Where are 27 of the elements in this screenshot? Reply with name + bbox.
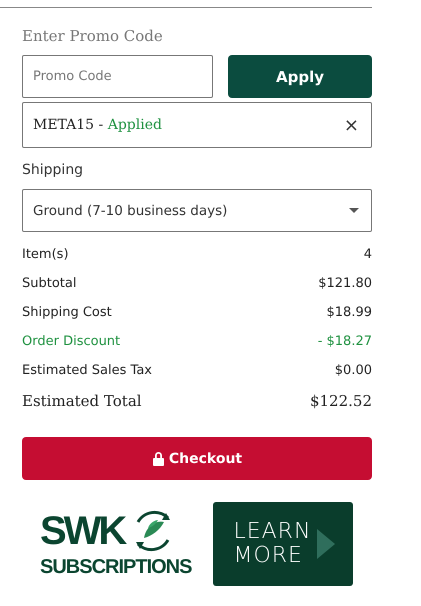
lock-icon bbox=[152, 451, 165, 466]
summary-label: Shipping Cost bbox=[22, 305, 112, 320]
summary-value: $121.80 bbox=[318, 276, 372, 291]
learn-more-banner[interactable]: LEARN MORE bbox=[213, 502, 354, 586]
logo-subtitle: SUBSCRIPTIONS bbox=[40, 555, 192, 580]
summary-value: - $18.27 bbox=[318, 334, 372, 349]
summary-value: $18.99 bbox=[326, 305, 372, 320]
logo-text: SWK bbox=[40, 511, 124, 551]
promo-heading: Enter Promo Code bbox=[22, 27, 164, 45]
summary-label: Item(s) bbox=[22, 247, 69, 262]
play-icon bbox=[317, 529, 336, 559]
promo-code-field[interactable]: Promo Code bbox=[22, 55, 213, 98]
summary-label: Estimated Total bbox=[22, 392, 142, 410]
shipping-label: Shipping bbox=[22, 162, 84, 178]
summary-value: 4 bbox=[364, 247, 372, 262]
dropdown-caret-icon bbox=[349, 208, 359, 213]
learn-more-text: LEARN MORE bbox=[233, 520, 312, 568]
shipping-select[interactable]: Ground (7-10 business days) bbox=[22, 189, 372, 232]
applied-code-text: META15 - Applied bbox=[33, 117, 162, 133]
summary-label: Subtotal bbox=[22, 276, 76, 291]
checkout-button[interactable]: Checkout bbox=[22, 437, 372, 480]
summary-value: $0.00 bbox=[334, 363, 372, 378]
summary-value: $122.52 bbox=[310, 392, 372, 410]
summary-label: Order Discount bbox=[22, 334, 120, 349]
remove-button[interactable]: × bbox=[344, 114, 359, 136]
summary-label: Estimated Sales Tax bbox=[22, 363, 152, 378]
apply-button[interactable]: Apply bbox=[228, 55, 372, 98]
